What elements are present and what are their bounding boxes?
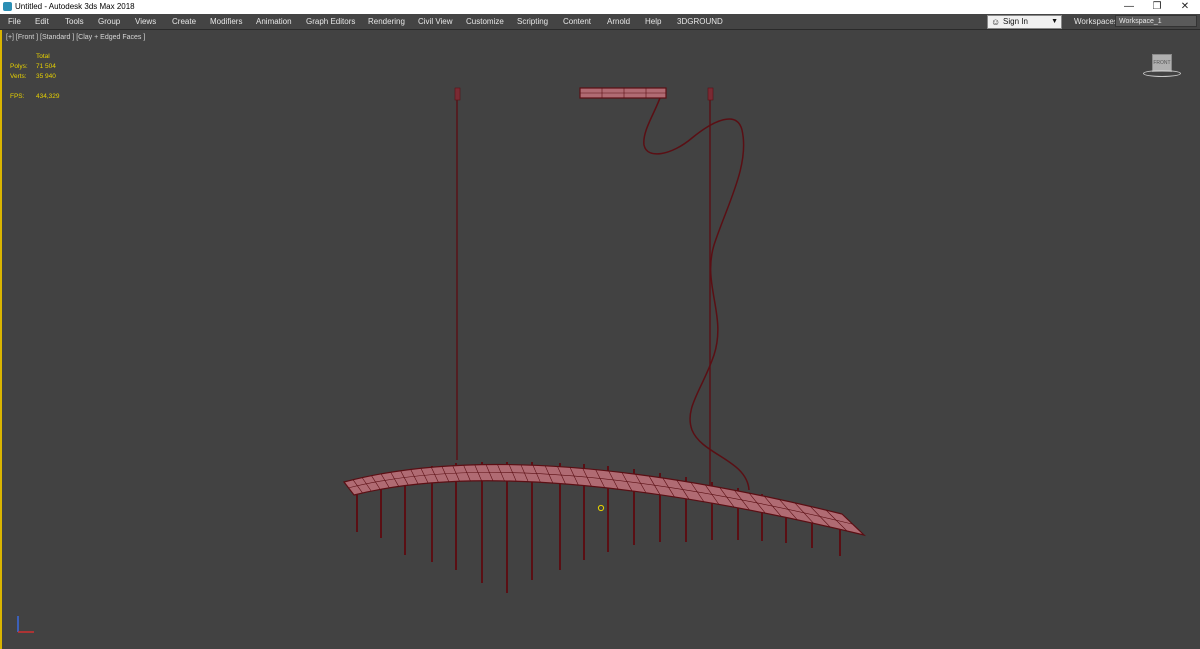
power-cable — [643, 91, 750, 491]
fps-value: 434,329 — [36, 93, 60, 100]
stats-header: Total — [36, 53, 50, 60]
menu-civil-view[interactable]: Civil View — [418, 14, 453, 29]
close-icon[interactable]: ✕ — [1170, 0, 1200, 14]
viewcube-ring[interactable] — [1143, 70, 1181, 77]
polys-label: Polys: — [10, 63, 28, 70]
workspaces-label: Workspaces: — [1074, 17, 1121, 26]
menu-file[interactable]: File — [8, 14, 21, 29]
title-bar: Untitled - Autodesk 3ds Max 2018 — ❐ ✕ — [0, 0, 1200, 14]
menu-customize[interactable]: Customize — [466, 14, 504, 29]
menu-create[interactable]: Create — [172, 14, 196, 29]
chevron-down-icon: ▼ — [1051, 18, 1058, 25]
menu-help[interactable]: Help — [645, 14, 661, 29]
restore-icon[interactable]: ❐ — [1142, 0, 1172, 14]
wire-cap-right — [707, 87, 714, 101]
pivot-gizmo — [597, 504, 605, 512]
sign-in-dropdown[interactable]: ☺ Sign In ▼ — [987, 15, 1062, 29]
axis-tripod — [17, 616, 34, 633]
menu-group[interactable]: Group — [98, 14, 120, 29]
viewcube[interactable]: FRONT — [1143, 52, 1181, 78]
menu-animation[interactable]: Animation — [256, 14, 292, 29]
menu-arnold[interactable]: Arnold — [607, 14, 630, 29]
menu-tools[interactable]: Tools — [65, 14, 84, 29]
3ds-max-icon — [3, 2, 12, 11]
window-title: Untitled - Autodesk 3ds Max 2018 — [15, 2, 135, 11]
verts-label: Verts: — [10, 73, 27, 80]
front-viewport[interactable]: [+] [Front ] [Standard ] [Clay + Edged F… — [0, 30, 1200, 649]
menu-content[interactable]: Content — [563, 14, 591, 29]
menu-edit[interactable]: Edit — [35, 14, 49, 29]
sign-in-label: Sign In — [1003, 17, 1028, 26]
workspace-select[interactable]: Workspace_1 — [1115, 15, 1197, 27]
menu-rendering[interactable]: Rendering — [368, 14, 405, 29]
minimize-icon[interactable]: — — [1114, 0, 1144, 14]
menu-scripting[interactable]: Scripting — [517, 14, 548, 29]
fps-label: FPS: — [10, 93, 25, 100]
menu-modifiers[interactable]: Modifiers — [210, 14, 242, 29]
menu-graph-editors[interactable]: Graph Editors — [306, 14, 355, 29]
wire-cap-left — [454, 87, 461, 101]
scene-canvas[interactable] — [2, 30, 1200, 649]
polys-value: 71 504 — [36, 63, 56, 70]
menu-3dground[interactable]: 3DGROUND — [677, 14, 723, 29]
viewport-label[interactable]: [+] [Front ] [Standard ] [Clay + Edged F… — [6, 33, 145, 43]
menu-views[interactable]: Views — [135, 14, 156, 29]
verts-value: 35 940 — [36, 73, 56, 80]
menu-bar: File Edit Tools Group Views Create Modif… — [0, 14, 1200, 30]
user-icon: ☺ — [991, 17, 1001, 27]
